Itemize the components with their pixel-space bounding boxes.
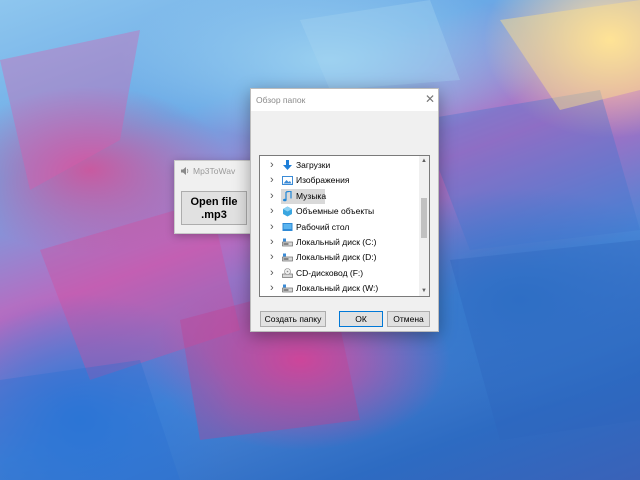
close-icon[interactable]: ✕ bbox=[423, 92, 437, 106]
tree-item-label: Музыка bbox=[296, 190, 327, 201]
tree-item-label: Локальный диск (W:) bbox=[296, 283, 379, 294]
speaker-icon bbox=[180, 166, 190, 176]
folder-tree[interactable]: › Загрузки › Изображения › Музыка › Объемные об… bbox=[259, 155, 430, 297]
scroll-down-icon[interactable]: ▼ bbox=[419, 286, 429, 296]
new-folder-button[interactable]: Создать папку bbox=[260, 311, 326, 327]
drive-icon bbox=[282, 237, 293, 248]
drive-icon bbox=[282, 252, 293, 263]
pictures-icon bbox=[282, 175, 293, 186]
mp3towav-window: Mp3ToWav Open file .mp3 bbox=[174, 160, 258, 234]
open-button-line1: Open file bbox=[190, 196, 238, 208]
tree-item-label: CD-дисковод (F:) bbox=[296, 267, 364, 278]
tree-item[interactable]: › Локальный диск (D:) bbox=[261, 250, 419, 265]
downloads-icon bbox=[282, 160, 293, 171]
tree-item-label: Объемные объекты bbox=[296, 206, 375, 217]
chevron-right-icon[interactable]: › bbox=[270, 252, 279, 263]
chevron-right-icon[interactable]: › bbox=[270, 221, 279, 232]
app-titlebar[interactable]: Mp3ToWav bbox=[175, 161, 257, 181]
music-icon bbox=[282, 190, 293, 202]
tree-item[interactable]: › Рабочий стол bbox=[261, 220, 419, 235]
scroll-up-icon[interactable]: ▲ bbox=[419, 156, 429, 166]
desktop-icon bbox=[282, 222, 293, 233]
app-title: Mp3ToWav bbox=[193, 166, 236, 176]
tree-item[interactable]: › Локальный диск (W:) bbox=[261, 281, 419, 296]
dialog-title: Обзор папок bbox=[256, 95, 306, 105]
ok-button[interactable]: ОК bbox=[339, 311, 383, 327]
chevron-right-icon[interactable]: › bbox=[270, 160, 279, 171]
tree-item-label: Локальный диск (C:) bbox=[296, 237, 377, 247]
tree-scrollbar[interactable]: ▲ ▼ bbox=[419, 156, 429, 296]
dialog-titlebar[interactable]: Обзор папок ✕ bbox=[251, 89, 438, 111]
tree-item-label: Рабочий стол bbox=[296, 221, 350, 232]
chevron-right-icon[interactable]: › bbox=[270, 283, 279, 294]
open-button-line2: .mp3 bbox=[201, 209, 227, 221]
chevron-right-icon[interactable]: › bbox=[270, 190, 279, 201]
tree-item[interactable]: › Изображения bbox=[261, 173, 419, 188]
tree-item-label: Загрузки bbox=[296, 160, 331, 170]
tree-item-label: Локальный диск (D:) bbox=[296, 252, 377, 263]
cd-drive-icon bbox=[282, 267, 293, 279]
browse-folder-dialog: Обзор папок ✕ › Загрузки › Изображения › Музы… bbox=[250, 88, 439, 332]
open-file-button[interactable]: Open file .mp3 bbox=[181, 191, 247, 225]
scroll-thumb[interactable] bbox=[421, 198, 427, 238]
drive-icon bbox=[282, 283, 293, 294]
3d-objects-icon bbox=[282, 206, 293, 217]
cancel-button[interactable]: Отмена bbox=[387, 311, 430, 327]
chevron-right-icon[interactable]: › bbox=[270, 175, 279, 186]
chevron-right-icon[interactable]: › bbox=[270, 206, 279, 217]
tree-item[interactable]: › Объемные объекты bbox=[261, 204, 419, 219]
tree-item[interactable]: › Загрузки bbox=[261, 158, 419, 173]
tree-item[interactable]: › Музыка bbox=[261, 188, 419, 204]
chevron-right-icon[interactable]: › bbox=[270, 267, 279, 278]
chevron-right-icon[interactable]: › bbox=[270, 237, 279, 248]
tree-item[interactable]: › Локальный диск (C:) bbox=[261, 235, 419, 250]
tree-item[interactable]: › CD-дисковод (F:) bbox=[261, 266, 419, 281]
tree-item-label: Изображения bbox=[296, 175, 350, 186]
